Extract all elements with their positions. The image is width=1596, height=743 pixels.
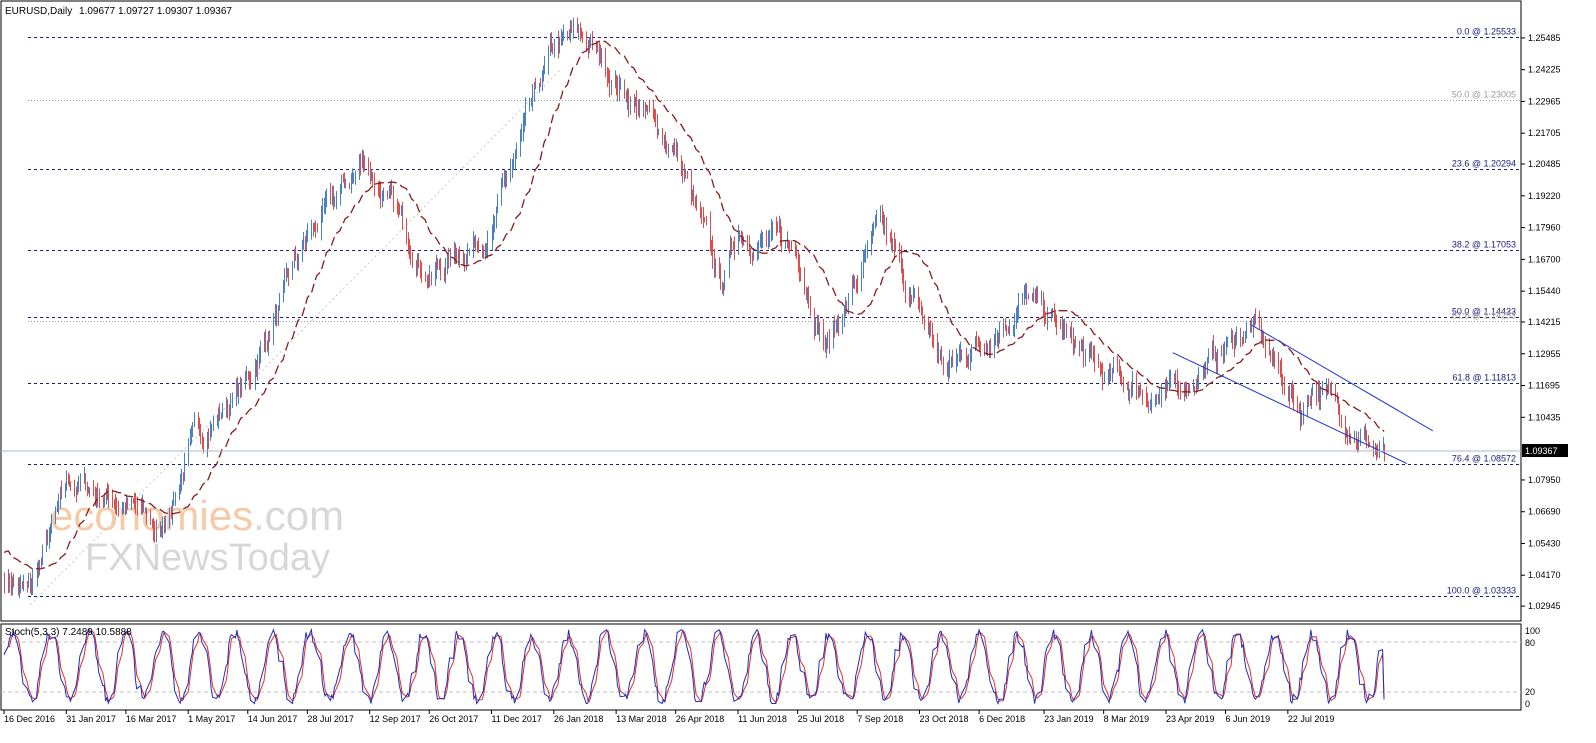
date-tick-label: 13 Mar 2018 bbox=[616, 714, 667, 724]
date-tick-label: 16 Dec 2016 bbox=[4, 714, 55, 724]
date-tick-label: 16 Mar 2017 bbox=[126, 714, 177, 724]
date-tick-label: 6 Dec 2018 bbox=[979, 714, 1025, 724]
chart-ohlc: 1.09677 1.09727 1.09307 1.09367 bbox=[79, 6, 232, 17]
price-tick-label: 1.25485 bbox=[1528, 33, 1561, 43]
svg-text:economies.com: economies.com bbox=[50, 492, 344, 539]
watermark-brand-c: FX bbox=[85, 537, 134, 579]
price-tick-label: 1.14215 bbox=[1528, 317, 1561, 327]
date-tick-label: 11 Dec 2017 bbox=[492, 714, 542, 724]
date-tick-label: 14 Jun 2017 bbox=[248, 714, 298, 724]
date-tick-label: 1 May 2017 bbox=[188, 714, 235, 724]
current-price-label: 1.09367 bbox=[1525, 446, 1558, 456]
descending-channel bbox=[1172, 324, 1434, 465]
fib-level-label: 50.0 @ 1.23005 bbox=[1452, 90, 1516, 100]
price-tick-label: 1.21705 bbox=[1528, 128, 1561, 138]
date-tick-label: 12 Sep 2017 bbox=[370, 714, 421, 724]
watermark-brand-d: NewsToday bbox=[134, 537, 330, 579]
date-tick-label: 22 Jul 2019 bbox=[1288, 714, 1335, 724]
price-tick-label: 1.15440 bbox=[1528, 286, 1561, 296]
date-tick-label: 8 Mar 2019 bbox=[1104, 714, 1150, 724]
fib-level-label: 61.8 @ 1.14253 bbox=[1452, 311, 1516, 321]
price-tick-label: 1.07950 bbox=[1528, 475, 1561, 485]
price-tick-label: 1.16700 bbox=[1528, 254, 1561, 264]
fib-level-label: 76.4 @ 1.08572 bbox=[1452, 454, 1516, 464]
price-tick-label: 1.17960 bbox=[1528, 223, 1561, 233]
price-tick-label: 1.12955 bbox=[1528, 349, 1561, 359]
date-tick-label: 26 Apr 2018 bbox=[676, 714, 725, 724]
chart-symbol: EURUSD,Daily bbox=[5, 6, 72, 17]
price-axis: 1.25485 1.24225 1.22965 1.21705 1.20485 1.192… bbox=[1521, 33, 1561, 611]
price-tick-label: 1.22965 bbox=[1528, 96, 1561, 106]
date-tick-label: 25 Jul 2018 bbox=[798, 714, 845, 724]
date-axis: 16 Dec 2016 31 Jan 2017 16 Mar 2017 1 May 2… bbox=[3, 710, 1335, 724]
stoch-tick-0: 0 bbox=[1525, 699, 1530, 709]
svg-text:FXNewsToday: FXNewsToday bbox=[85, 537, 330, 579]
fib-level-label: 23.6 @ 1.20294 bbox=[1452, 159, 1516, 169]
date-tick-label: 26 Jan 2018 bbox=[554, 714, 604, 724]
chart-canvas: economies.com FXNewsToday 0.0 @ 1.25533 5… bbox=[0, 0, 1568, 724]
date-tick-label: 6 Jun 2019 bbox=[1226, 714, 1271, 724]
price-tick-label: 1.02945 bbox=[1528, 601, 1561, 611]
date-tick-label: 31 Jan 2017 bbox=[66, 714, 116, 724]
price-tick-label: 1.04170 bbox=[1528, 570, 1561, 580]
fib-level-label: 61.8 @ 1.11813 bbox=[1452, 373, 1516, 383]
watermark-brand-a: economies bbox=[50, 492, 253, 539]
fib-level-label: 38.2 @ 1.17053 bbox=[1452, 240, 1516, 250]
price-tick-label: 1.20485 bbox=[1528, 159, 1561, 169]
date-tick-label: 23 Jan 2019 bbox=[1044, 714, 1094, 724]
fib-level-label: 0.0 @ 1.25533 bbox=[1457, 27, 1516, 37]
fib-level-label: 100.0 @ 1.03333 bbox=[1447, 586, 1516, 596]
date-tick-label: 23 Oct 2018 bbox=[919, 714, 968, 724]
date-tick-label: 11 Jun 2018 bbox=[738, 714, 787, 724]
moving-average-line bbox=[3, 40, 1385, 570]
stoch-tick-100: 100 bbox=[1525, 626, 1540, 636]
price-tick-label: 1.05430 bbox=[1528, 538, 1561, 548]
channel-upper-line bbox=[1251, 324, 1434, 432]
price-tick-label: 1.11695 bbox=[1528, 381, 1560, 391]
price-tick-label: 1.24225 bbox=[1528, 65, 1561, 75]
price-tick-label: 1.19220 bbox=[1528, 191, 1561, 201]
date-tick-label: 23 Apr 2019 bbox=[1166, 714, 1215, 724]
stoch-panel: Stoch(5,3,3) 7.2489 10.5888 100 80 20 0 bbox=[1, 626, 1540, 709]
current-price-tag: 1.09367 bbox=[1522, 444, 1568, 457]
date-tick-label: 26 Oct 2017 bbox=[429, 714, 478, 724]
stoch-tick-20: 20 bbox=[1525, 687, 1535, 697]
price-tick-label: 1.10435 bbox=[1528, 412, 1561, 422]
date-tick-label: 7 Sep 2018 bbox=[857, 714, 903, 724]
stoch-title: Stoch(5,3,3) 7.2489 10.5888 bbox=[5, 627, 132, 638]
date-tick-label: 28 Jul 2017 bbox=[307, 714, 354, 724]
watermark-brand-b: .com bbox=[253, 492, 344, 539]
chart-header: EURUSD,Daily 1.09677 1.09727 1.09307 1.0… bbox=[5, 6, 232, 17]
stoch-tick-80: 80 bbox=[1525, 638, 1535, 648]
price-tick-label: 1.06690 bbox=[1528, 507, 1561, 517]
channel-lower-line bbox=[1172, 352, 1408, 465]
